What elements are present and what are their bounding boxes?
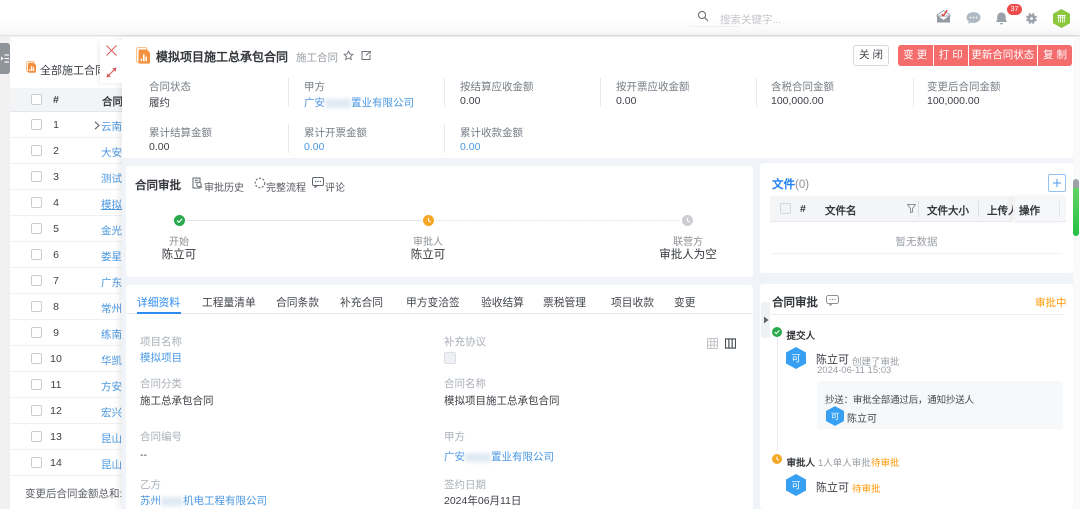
svg-text:可: 可: [831, 412, 839, 421]
svg-text:可: 可: [791, 481, 800, 491]
svg-text:可: 可: [791, 354, 800, 364]
